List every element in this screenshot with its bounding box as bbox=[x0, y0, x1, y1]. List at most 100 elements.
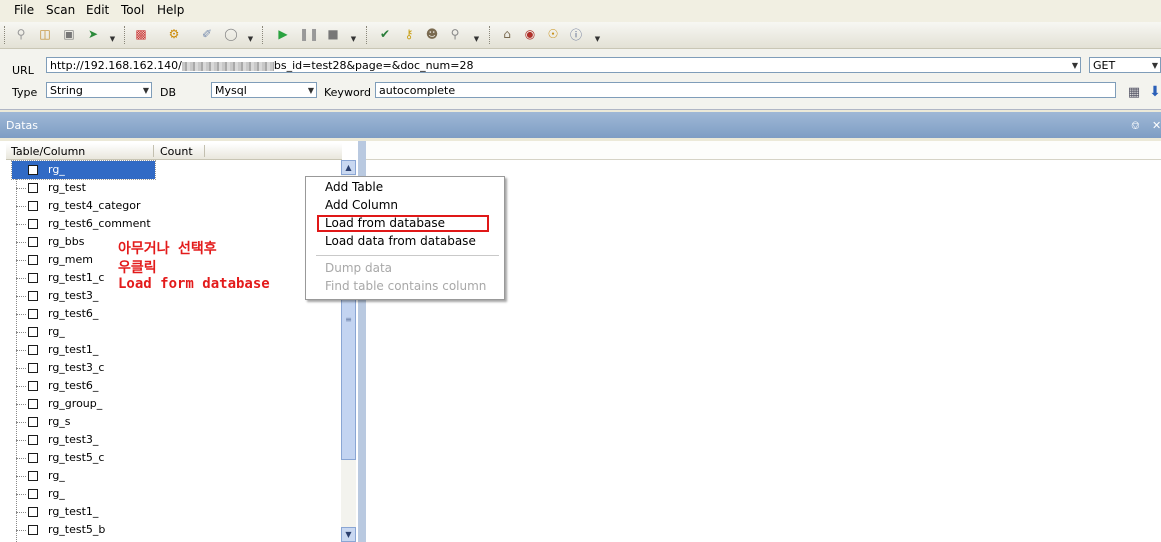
globe-icon[interactable]: ☉ bbox=[544, 25, 562, 43]
exit-icon[interactable]: ➤ bbox=[84, 25, 102, 43]
tree-item-checkbox[interactable] bbox=[28, 435, 38, 445]
tree-item-label: rg_test1_ bbox=[48, 343, 99, 356]
close-icon[interactable]: ✕ bbox=[1152, 119, 1161, 132]
magnifier-icon[interactable]: ⚲ bbox=[446, 25, 464, 43]
tree-item[interactable]: rg_test5_b bbox=[28, 521, 353, 539]
gift-icon[interactable]: ▩ bbox=[132, 25, 150, 43]
chevron-down-icon[interactable]: ▼ bbox=[1072, 58, 1078, 72]
tree-connector bbox=[16, 368, 26, 369]
tree-item-checkbox[interactable] bbox=[28, 291, 38, 301]
method-value: GET bbox=[1093, 59, 1116, 72]
tree-item-checkbox[interactable] bbox=[28, 183, 38, 193]
chevron-down-icon[interactable]: ▼ bbox=[308, 83, 314, 97]
tree-item[interactable]: rg_ bbox=[11, 160, 156, 180]
tree-item-label: rg_test6_ bbox=[48, 307, 99, 320]
save-icon[interactable]: ▣ bbox=[60, 25, 78, 43]
tree-item-checkbox[interactable] bbox=[28, 273, 38, 283]
tree-item-checkbox[interactable] bbox=[28, 327, 38, 337]
tree-item[interactable]: rg_ bbox=[28, 485, 353, 503]
tree-item-checkbox[interactable] bbox=[28, 345, 38, 355]
user-icon[interactable]: ☻ bbox=[423, 25, 441, 43]
tree-connector bbox=[16, 386, 26, 387]
db-select[interactable]: Mysql ▼ bbox=[211, 82, 317, 98]
key-icon[interactable]: ⚷ bbox=[400, 25, 418, 43]
tree-item[interactable]: rg_test5_c bbox=[28, 449, 353, 467]
bug-icon[interactable]: ◉ bbox=[521, 25, 539, 43]
tree-item[interactable]: rg_test6_ bbox=[28, 305, 353, 323]
column-header-count[interactable]: Count bbox=[160, 145, 193, 158]
chevron-down-icon[interactable]: ▼ bbox=[1152, 58, 1158, 72]
tree-item-checkbox[interactable] bbox=[28, 417, 38, 427]
tree-connector bbox=[16, 314, 26, 315]
tree-item-label: rg_test6_comment bbox=[48, 217, 151, 230]
scroll-up-icon[interactable]: ▲ bbox=[341, 160, 356, 175]
tree-item-checkbox[interactable] bbox=[28, 237, 38, 247]
chevron-down-icon[interactable]: ▼ bbox=[143, 83, 149, 97]
tree-item[interactable]: rg_test1_ bbox=[28, 503, 353, 521]
tree-item-checkbox[interactable] bbox=[28, 453, 38, 463]
menu-scan[interactable]: Scan bbox=[46, 3, 75, 17]
url-input[interactable]: http://192.168.162.140/bs_id=test28&page… bbox=[46, 57, 1081, 73]
tree-item-checkbox[interactable] bbox=[28, 471, 38, 481]
tree-item-checkbox[interactable] bbox=[28, 507, 38, 517]
menu-help[interactable]: Help bbox=[157, 3, 184, 17]
tree-item-label: rg_s bbox=[48, 415, 71, 428]
tree-item[interactable]: rg_group_ bbox=[28, 395, 353, 413]
menu-item-load-data-from-database[interactable]: Load data from database bbox=[325, 234, 476, 248]
open-folder-icon[interactable]: ◫ bbox=[36, 25, 54, 43]
pause-icon[interactable]: ❚❚ bbox=[299, 25, 319, 43]
tree-item-checkbox[interactable] bbox=[28, 165, 38, 175]
pin-icon[interactable]: ⎊ bbox=[1131, 119, 1140, 133]
arrow-down-icon[interactable]: ⬇ bbox=[1146, 83, 1161, 101]
check-icon[interactable]: ✔ bbox=[376, 25, 394, 43]
menu-file[interactable]: File bbox=[14, 3, 34, 17]
tree-item[interactable]: rg_ bbox=[28, 467, 353, 485]
keyword-input[interactable]: autocomplete bbox=[375, 82, 1116, 98]
grid-icon[interactable]: ▦ bbox=[1125, 83, 1143, 101]
toolbar-chevron-icon[interactable]: ▼ bbox=[349, 34, 358, 44]
search-icon[interactable]: ⚲ bbox=[12, 25, 30, 43]
tree-item[interactable]: rg_test3_c bbox=[28, 359, 353, 377]
tree-item-checkbox[interactable] bbox=[28, 255, 38, 265]
tree-item[interactable]: rg_test3_ bbox=[28, 431, 353, 449]
tree-item[interactable]: rg_ bbox=[28, 323, 353, 341]
column-header-table[interactable]: Table/Column bbox=[11, 145, 85, 158]
tree-connector bbox=[16, 296, 26, 297]
database-icon[interactable]: ◯ bbox=[222, 25, 240, 43]
tools-icon[interactable]: ⚙ bbox=[165, 25, 183, 43]
toolbar-chevron-icon[interactable]: ▼ bbox=[472, 34, 481, 44]
info-icon[interactable]: ⓘ bbox=[567, 25, 585, 43]
tree-item-label: rg_test3_ bbox=[48, 289, 99, 302]
toolbar-chevron-icon[interactable]: ▼ bbox=[108, 34, 117, 44]
tree-item[interactable]: rg_test1_ bbox=[28, 341, 353, 359]
home-icon[interactable]: ⌂ bbox=[498, 25, 516, 43]
tree-item[interactable]: rg_test6_ bbox=[28, 377, 353, 395]
tree-item[interactable]: rg_s bbox=[28, 413, 353, 431]
tree-item-checkbox[interactable] bbox=[28, 525, 38, 535]
tree-item-checkbox[interactable] bbox=[28, 489, 38, 499]
toolbar-chevron-icon[interactable]: ▼ bbox=[593, 34, 602, 44]
scroll-down-icon[interactable]: ▼ bbox=[341, 527, 356, 542]
play-icon[interactable]: ▶ bbox=[274, 25, 292, 43]
tree-item-checkbox[interactable] bbox=[28, 219, 38, 229]
tree-item-checkbox[interactable] bbox=[28, 201, 38, 211]
db-label: DB bbox=[160, 86, 177, 99]
tree-item-checkbox[interactable] bbox=[28, 381, 38, 391]
menu-tool[interactable]: Tool bbox=[121, 3, 144, 17]
tree-item-checkbox[interactable] bbox=[28, 309, 38, 319]
tree-item-label: rg_ bbox=[48, 325, 65, 338]
wrench-icon[interactable]: ✐ bbox=[198, 25, 216, 43]
menu-item-add-table[interactable]: Add Table bbox=[325, 180, 383, 194]
tree-connector bbox=[16, 458, 26, 459]
method-select[interactable]: GET ▼ bbox=[1089, 57, 1161, 73]
url-prefix: http://192.168.162.140/ bbox=[50, 59, 182, 72]
menu-edit[interactable]: Edit bbox=[86, 3, 109, 17]
type-select[interactable]: String ▼ bbox=[46, 82, 152, 98]
url-blurred bbox=[181, 61, 274, 71]
stop-icon[interactable]: ■ bbox=[324, 25, 342, 43]
menu-item-add-column[interactable]: Add Column bbox=[325, 198, 398, 212]
toolbar-chevron-icon[interactable]: ▼ bbox=[246, 34, 255, 44]
tree-item-checkbox[interactable] bbox=[28, 399, 38, 409]
tree-connector bbox=[16, 422, 26, 423]
tree-item-checkbox[interactable] bbox=[28, 363, 38, 373]
